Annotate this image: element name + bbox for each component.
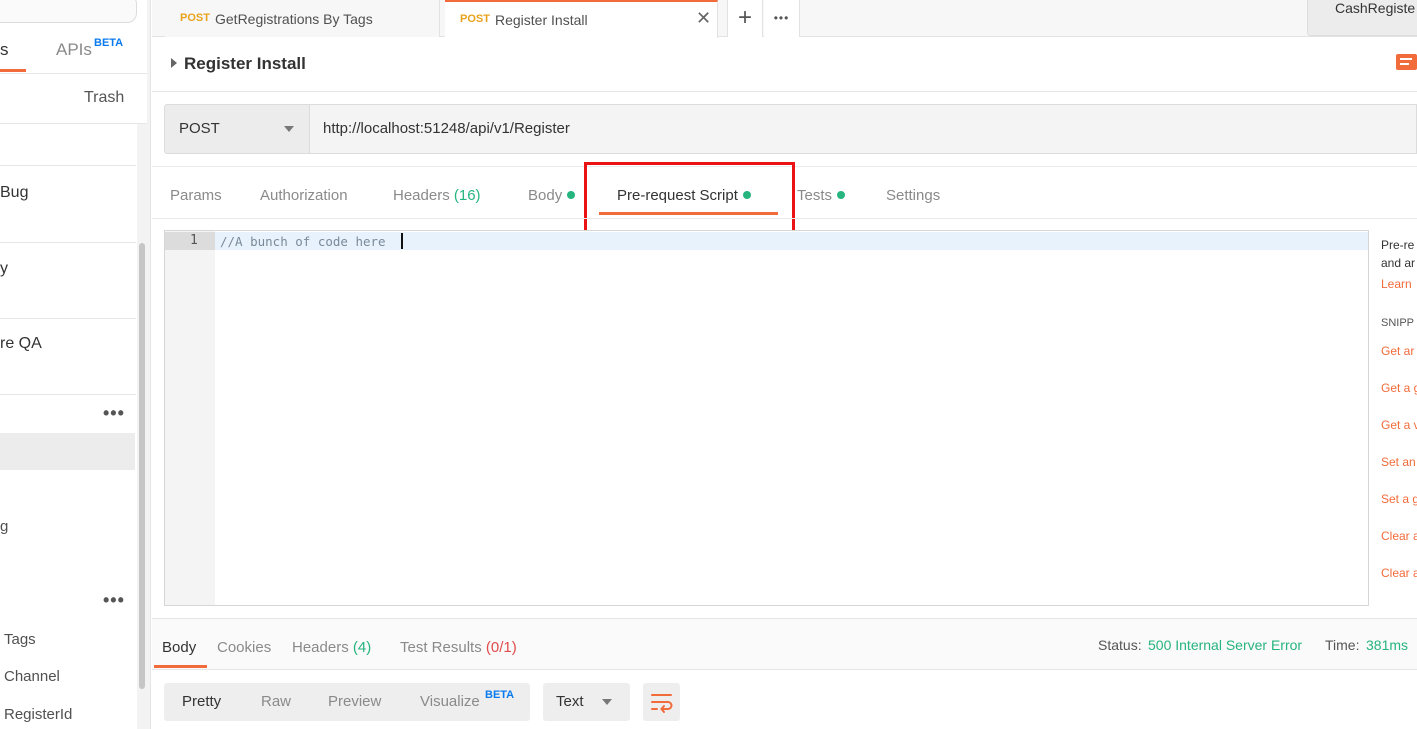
status-dot-icon [567, 191, 576, 199]
tab-getregistrations[interactable]: POST GetRegistrations By Tags [165, 0, 440, 37]
snippets-description: Pre-re [1381, 238, 1415, 252]
tab-authorization[interactable]: Authorization [260, 187, 348, 204]
sidebar-divider [0, 73, 150, 74]
text-cursor [401, 233, 403, 249]
tab-options-button[interactable]: ••• [764, 0, 800, 37]
tab-method-badge: POST [460, 13, 490, 25]
sidebar: s APIs BETA Trash Bug y re QA ••• g ••• … [0, 0, 151, 729]
snippet-item[interactable]: Clear a [1381, 566, 1417, 580]
list-divider [0, 242, 136, 243]
list-divider [0, 165, 136, 166]
chevron-down-icon [602, 699, 612, 705]
divider [152, 218, 1417, 219]
new-tab-button[interactable]: + [727, 0, 763, 37]
time-value[interactable]: 381ms [1366, 637, 1408, 653]
snippet-item[interactable]: Get ar [1381, 344, 1414, 358]
line-number: 1 [190, 233, 198, 248]
collection-item[interactable]: re QA [0, 335, 42, 353]
response-headers-count: (4) [352, 639, 372, 656]
snippet-item[interactable]: Set an [1381, 455, 1416, 469]
sidebar-tab-collections[interactable]: s [0, 40, 9, 60]
response-tab-test-results[interactable]: Test Results (0/1) [400, 639, 517, 656]
active-line-highlight [215, 232, 1368, 250]
code-line[interactable]: //A bunch of code here [220, 234, 386, 249]
tab-title: GetRegistrations By Tags [215, 11, 373, 27]
request-item[interactable]: Channel [4, 668, 60, 685]
format-type-value: Text [556, 693, 584, 710]
trash-link[interactable]: Trash [84, 89, 124, 107]
list-divider [0, 394, 136, 395]
snippets-heading: SNIPP [1381, 317, 1415, 329]
collection-item[interactable]: y [0, 260, 8, 278]
highlight-annotation [584, 162, 795, 238]
format-raw-button[interactable]: Raw [261, 693, 291, 710]
tab-headers-label: Headers [393, 187, 450, 204]
url-value: http://localhost:51248/api/v1/Register [323, 120, 570, 137]
status-value[interactable]: 500 Internal Server Error [1148, 637, 1302, 653]
tab-params[interactable]: Params [170, 187, 222, 204]
snippet-item[interactable]: Set a g [1381, 492, 1417, 506]
response-tab-body[interactable]: Body [162, 639, 196, 656]
active-tab-underline [154, 665, 207, 668]
tab-method-badge: POST [180, 12, 210, 24]
snippets-description: and ar [1381, 256, 1416, 270]
chevron-down-icon [284, 126, 294, 132]
response-tab-cookies[interactable]: Cookies [217, 639, 271, 656]
script-editor[interactable] [164, 230, 1369, 606]
collection-item[interactable]: Bug [0, 184, 28, 202]
tab-settings[interactable]: Settings [886, 187, 940, 204]
caret-right-icon[interactable] [171, 58, 177, 68]
learn-more-link[interactable]: Learn [1381, 277, 1412, 291]
snippet-item[interactable]: Clear a [1381, 529, 1417, 543]
format-visualize-button[interactable]: Visualize [420, 693, 480, 710]
test-results-count: (0/1) [485, 639, 517, 656]
tab-body-label: Body [528, 187, 563, 204]
response-headers-label: Headers [292, 639, 349, 656]
test-results-label: Test Results [400, 639, 482, 656]
method-value: POST [179, 120, 220, 137]
sidebar-tab-apis[interactable]: APIs [56, 40, 92, 60]
snippet-item[interactable]: Get a v [1381, 418, 1417, 432]
plus-icon: + [737, 4, 752, 31]
sidebar-tab-underline [0, 69, 26, 72]
wrap-lines-icon [651, 694, 673, 713]
folder-more-icon[interactable]: ••• [103, 403, 125, 424]
visualize-beta-badge: BETA [485, 689, 515, 701]
snippet-item[interactable]: Get a g [1381, 381, 1417, 395]
list-divider [0, 318, 136, 319]
sidebar-resize-handle[interactable] [147, 0, 150, 729]
more-icon: ••• [773, 11, 790, 25]
status-label: Status: [1098, 637, 1142, 653]
sidebar-search-box[interactable] [0, 0, 137, 23]
comments-icon[interactable] [1396, 54, 1417, 70]
time-label: Time: [1325, 637, 1360, 653]
format-pretty-button[interactable]: Pretty [182, 693, 221, 710]
editor-gutter [165, 231, 215, 605]
request-item[interactable]: Tags [4, 631, 36, 648]
request-item[interactable]: g [0, 518, 8, 535]
tab-tests[interactable]: Tests [797, 187, 846, 204]
tab-title: Register Install [495, 12, 588, 28]
status-dot-icon [837, 191, 846, 199]
tab-register-install[interactable]: POST Register Install ✕ [445, 0, 718, 38]
headers-count: (16) [453, 187, 481, 204]
selected-request-row[interactable] [0, 433, 135, 470]
request-item[interactable]: RegisterId [4, 706, 72, 723]
folder-more-icon[interactable]: ••• [103, 590, 125, 611]
apis-beta-badge: BETA [94, 37, 124, 49]
divider [152, 91, 1417, 92]
close-icon[interactable]: ✕ [696, 8, 711, 29]
tab-tests-label: Tests [797, 187, 833, 204]
response-tab-headers[interactable]: Headers (4) [292, 639, 371, 656]
sidebar-scrollbar-thumb[interactable] [139, 243, 145, 689]
tab-headers[interactable]: Headers (16) [393, 187, 481, 204]
tab-body[interactable]: Body [528, 187, 576, 204]
format-preview-button[interactable]: Preview [328, 693, 381, 710]
environment-name: CashRegiste [1335, 0, 1416, 16]
wrap-lines-button[interactable] [643, 683, 680, 721]
request-title[interactable]: Register Install [184, 54, 306, 74]
